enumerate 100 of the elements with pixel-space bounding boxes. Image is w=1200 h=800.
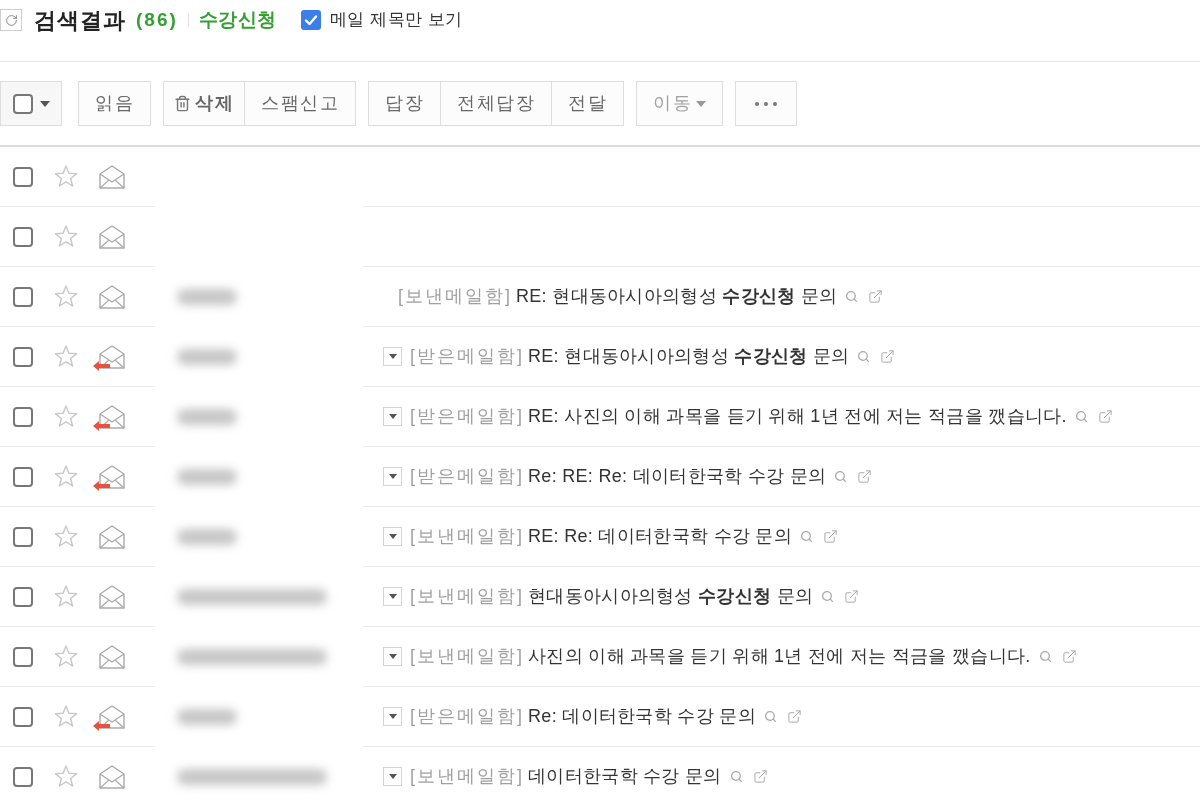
checkbox[interactable] — [300, 10, 321, 30]
more-icon — [755, 101, 777, 106]
checkbox[interactable] — [13, 286, 33, 307]
search-query: 수강신청 — [198, 7, 277, 32]
result-count: (86) — [136, 7, 178, 32]
search-icon[interactable] — [834, 470, 848, 483]
open-envelope-icon — [99, 404, 125, 429]
star-icon[interactable] — [54, 765, 78, 788]
external-link-icon[interactable] — [752, 769, 768, 784]
search-icon[interactable] — [729, 770, 743, 783]
toolbar-button[interactable]: 읽음 — [78, 81, 151, 126]
search-icon[interactable] — [800, 530, 814, 543]
checkbox[interactable] — [13, 706, 33, 727]
caret-icon — [388, 774, 397, 779]
toolbar-button[interactable]: 전체답장 — [440, 81, 552, 126]
checkbox[interactable] — [13, 226, 33, 247]
star-icon[interactable] — [54, 705, 78, 728]
star-icon[interactable] — [54, 405, 78, 428]
toolbar-button[interactable]: 답장 — [368, 81, 441, 126]
mail-subject[interactable]: RE: 현대동아시아의형성 수강신청 문의 — [516, 283, 838, 310]
external-link-icon[interactable] — [786, 709, 802, 724]
trash-icon — [174, 95, 191, 112]
more-button[interactable] — [735, 81, 797, 126]
folder-label: [보낸메일함] — [410, 525, 524, 548]
folder-label: [받은메일함] — [410, 705, 524, 728]
checkbox[interactable] — [13, 766, 33, 787]
open-envelope-icon — [99, 224, 125, 249]
star-icon[interactable] — [54, 165, 78, 188]
caret-icon — [388, 654, 397, 659]
star-icon[interactable] — [54, 585, 78, 608]
search-icon[interactable] — [1038, 650, 1052, 663]
expand-toggle[interactable] — [383, 587, 402, 606]
caret-icon[interactable] — [39, 100, 50, 107]
expand-toggle[interactable] — [383, 767, 402, 786]
caret-icon — [388, 594, 397, 599]
search-icon[interactable] — [1074, 410, 1088, 423]
expand-toggle[interactable] — [383, 527, 402, 546]
search-icon[interactable] — [845, 290, 859, 303]
search-icon[interactable] — [763, 710, 777, 723]
expand-toggle[interactable] — [383, 407, 402, 426]
mail-subject[interactable]: RE: Re: 데이터한국학 수강 문의 — [528, 523, 793, 550]
folder-label: [보낸메일함] — [398, 285, 512, 308]
refresh-icon — [4, 13, 18, 27]
caret-icon — [388, 414, 397, 419]
checkbox[interactable] — [13, 646, 33, 667]
folder-label: [보낸메일함] — [410, 645, 524, 668]
open-envelope-icon — [99, 284, 125, 309]
star-icon[interactable] — [54, 345, 78, 368]
toolbar-button[interactable]: 전달 — [551, 81, 624, 126]
checkbox[interactable] — [12, 93, 33, 114]
mail-subject[interactable]: 사진의 이해 과목을 듣기 위해 1년 전에 저는 적금을 깼습니다. — [528, 643, 1031, 670]
checkbox-label[interactable]: 메일 제목만 보기 — [329, 7, 463, 33]
checkbox[interactable] — [13, 586, 33, 607]
external-link-icon[interactable] — [823, 529, 839, 544]
mail-subject[interactable]: RE: 사진의 이해 과목을 듣기 위해 1년 전에 저는 적금을 깼습니다. — [528, 403, 1067, 430]
star-icon[interactable] — [54, 645, 78, 668]
star-icon[interactable] — [54, 285, 78, 308]
checkbox[interactable] — [13, 166, 33, 187]
external-link-icon[interactable] — [868, 289, 884, 304]
open-envelope-icon — [99, 764, 125, 789]
external-link-icon[interactable] — [880, 349, 896, 364]
checkbox[interactable] — [13, 406, 33, 427]
mail-subject[interactable]: Re: RE: Re: 데이터한국학 수강 문의 — [528, 463, 827, 490]
blurred-sender — [177, 289, 237, 305]
search-icon[interactable] — [821, 590, 835, 603]
external-link-icon[interactable] — [844, 589, 860, 604]
toolbar-button[interactable]: 스팸신고 — [244, 81, 356, 126]
checkbox[interactable] — [13, 466, 33, 487]
search-icon[interactable] — [857, 350, 871, 363]
refresh-button[interactable] — [0, 9, 22, 31]
external-link-icon[interactable] — [1097, 409, 1113, 424]
star-icon[interactable] — [54, 525, 78, 548]
expand-toggle[interactable] — [383, 347, 402, 366]
checkbox[interactable] — [13, 526, 33, 547]
folder-label: [받은메일함] — [410, 345, 524, 368]
checkbox[interactable] — [13, 346, 33, 367]
open-envelope-icon — [99, 704, 125, 729]
open-envelope-icon — [99, 164, 125, 189]
mail-subject[interactable]: 현대동아시아의형성 수강신청 문의 — [528, 583, 814, 610]
blurred-sender — [177, 709, 237, 725]
external-link-icon[interactable] — [857, 469, 873, 484]
star-icon[interactable] — [54, 225, 78, 248]
mail-subject[interactable]: 데이터한국학 수강 문의 — [528, 763, 722, 790]
blurred-sender — [177, 469, 237, 485]
open-envelope-icon — [99, 344, 125, 369]
caret-icon — [388, 354, 397, 359]
expand-toggle[interactable] — [383, 707, 402, 726]
expand-toggle[interactable] — [383, 647, 402, 666]
open-envelope-icon — [99, 584, 125, 609]
mail-subject[interactable]: Re: 데이터한국학 수강 문의 — [528, 703, 756, 730]
caret-icon — [696, 100, 706, 107]
star-icon[interactable] — [54, 465, 78, 488]
external-link-icon[interactable] — [1061, 649, 1077, 664]
blurred-sender — [177, 529, 237, 545]
expand-toggle[interactable] — [383, 467, 402, 486]
open-envelope-icon — [99, 464, 125, 489]
delete-button[interactable]: 삭제 — [163, 81, 245, 126]
select-all-control[interactable] — [0, 81, 62, 126]
mail-subject[interactable]: RE: 현대동아시아의형성 수강신청 문의 — [528, 343, 850, 370]
blurred-sender — [177, 349, 237, 365]
